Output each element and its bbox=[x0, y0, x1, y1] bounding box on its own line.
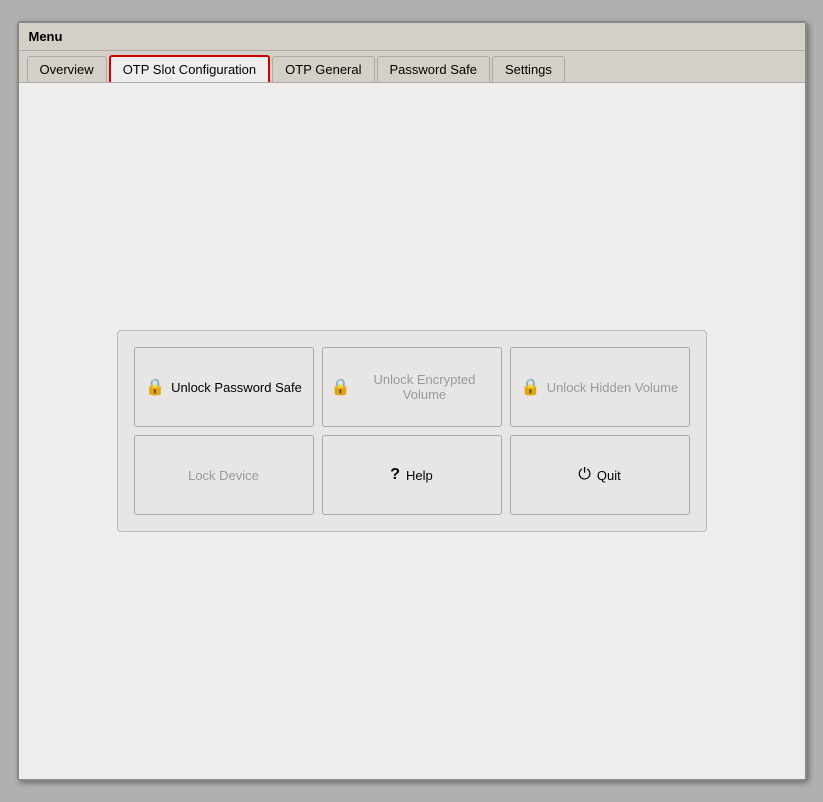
power-icon: ⏻ bbox=[578, 466, 591, 484]
lock-device-button[interactable]: Lock Device bbox=[134, 435, 314, 515]
tab-overview[interactable]: Overview bbox=[27, 56, 107, 82]
lock-icon: 🔒 bbox=[145, 377, 165, 397]
unlock-hidden-volume-button[interactable]: 🔒 Unlock Hidden Volume bbox=[510, 347, 690, 427]
button-grid: 🔒 Unlock Password Safe 🔒 Unlock Encrypte… bbox=[134, 347, 690, 515]
main-window: Menu Overview OTP Slot Configuration OTP… bbox=[17, 21, 807, 781]
tab-otp-slot-config[interactable]: OTP Slot Configuration bbox=[109, 55, 270, 82]
help-button[interactable]: ? Help bbox=[322, 435, 502, 515]
content-area: 🔒 Unlock Password Safe 🔒 Unlock Encrypte… bbox=[19, 83, 805, 779]
tab-otp-general[interactable]: OTP General bbox=[272, 56, 374, 82]
help-icon: ? bbox=[390, 466, 400, 484]
title-bar: Menu bbox=[19, 23, 805, 51]
lock-icon-2: 🔒 bbox=[331, 377, 351, 397]
lock-icon-3: 🔒 bbox=[521, 377, 541, 397]
unlock-password-safe-button[interactable]: 🔒 Unlock Password Safe bbox=[134, 347, 314, 427]
window-title: Menu bbox=[29, 29, 63, 44]
button-grid-container: 🔒 Unlock Password Safe 🔒 Unlock Encrypte… bbox=[117, 330, 707, 532]
tab-bar: Overview OTP Slot Configuration OTP Gene… bbox=[19, 51, 805, 83]
tab-password-safe[interactable]: Password Safe bbox=[377, 56, 490, 82]
quit-button[interactable]: ⏻ Quit bbox=[510, 435, 690, 515]
tab-settings[interactable]: Settings bbox=[492, 56, 565, 82]
unlock-encrypted-volume-button[interactable]: 🔒 Unlock Encrypted Volume bbox=[322, 347, 502, 427]
